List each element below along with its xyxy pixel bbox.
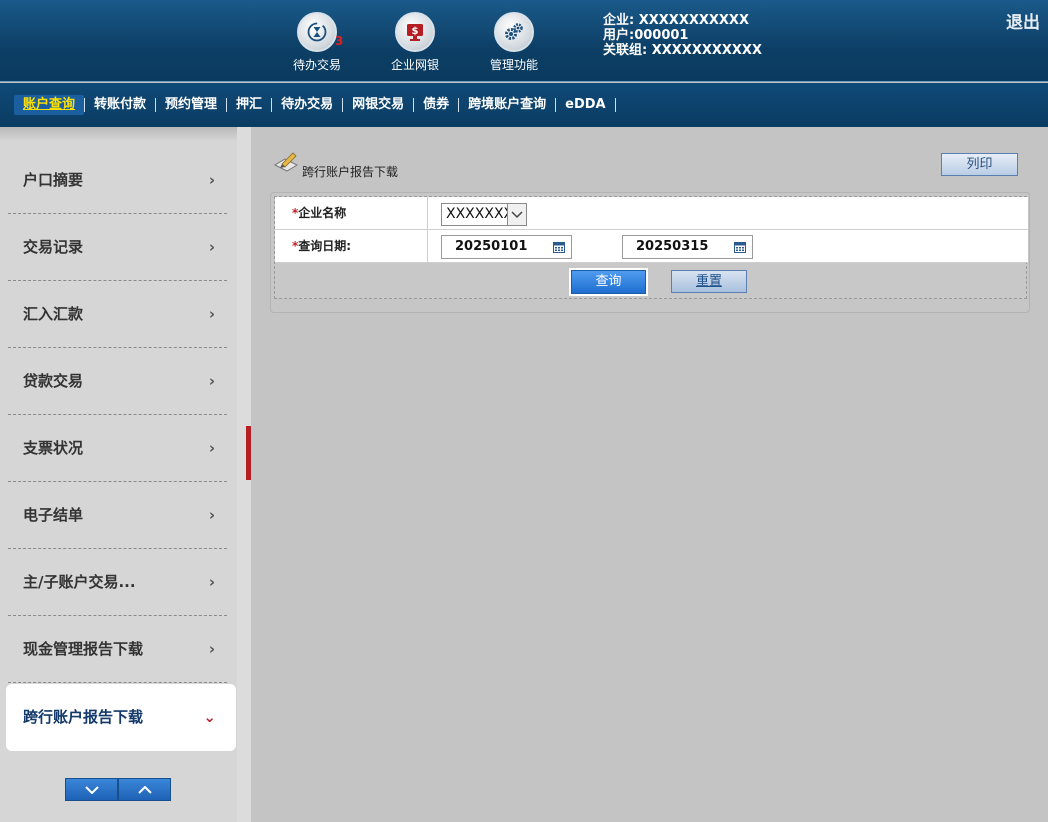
nav-bills[interactable]: 押汇: [227, 95, 271, 115]
sidebar-item-inward-remittance[interactable]: 汇入汇款 ›: [8, 281, 227, 348]
user-info: 企业: XXXXXXXXXXX 用户:000001 关联组: XXXXXXXXX…: [603, 13, 762, 58]
company-label-text: 企业名称: [298, 206, 347, 220]
sidebar-item-transaction-records[interactable]: 交易记录 ›: [8, 214, 227, 281]
chevron-right-icon: ›: [208, 573, 215, 591]
chevron-right-icon: ›: [208, 238, 215, 256]
main-content: 跨行账户报告下载 列印 *企业名称 XXXXXXX *查询日期: 2025010…: [251, 127, 1048, 822]
chevron-down-icon: ⌄: [203, 708, 216, 726]
chevron-down-icon: [84, 785, 99, 794]
query-button[interactable]: 查询: [571, 270, 646, 294]
reset-button[interactable]: 重置: [671, 270, 747, 293]
sidebar-item-interbank-report[interactable]: 跨行账户报告下载 ⌄: [6, 684, 236, 751]
management-functions-button[interactable]: 管理功能: [469, 12, 559, 73]
nav-separator: [614, 98, 616, 112]
nav-bonds[interactable]: 债券: [414, 95, 458, 115]
chevron-right-icon: ›: [208, 506, 215, 524]
sidebar-item-label: 现金管理报告下载: [23, 640, 144, 658]
company-select-value: XXXXXXX: [446, 206, 514, 222]
calendar-icon[interactable]: [734, 242, 746, 253]
chevron-right-icon: ›: [208, 439, 215, 457]
nav-scheduled-management[interactable]: 预约管理: [156, 95, 226, 115]
query-panel: *企业名称 XXXXXXX *查询日期: 20250101 20250315 查…: [270, 192, 1030, 313]
nav-online-transactions[interactable]: 网银交易: [343, 95, 413, 115]
nav-account-inquiry[interactable]: 账户查询: [14, 95, 85, 115]
company-info: 企业: XXXXXXXXXXX: [603, 13, 749, 28]
pending-count-badge: 3: [335, 34, 344, 48]
sidebar-item-cheque-status[interactable]: 支票状况 ›: [8, 415, 227, 482]
sidebar-item-e-statement[interactable]: 电子结单 ›: [8, 482, 227, 549]
nav-transfer-payment[interactable]: 转账付款: [85, 95, 155, 115]
sidebar-item-cash-management-report[interactable]: 现金管理报告下载 ›: [8, 616, 227, 683]
nav-pending-transactions[interactable]: 待办交易: [272, 95, 342, 115]
chevron-down-icon: [507, 204, 526, 225]
pending-transactions-button[interactable]: 3 待办交易: [272, 12, 362, 73]
date-to-value: 20250315: [636, 239, 709, 254]
corporate-banking-label: 企业网银: [390, 58, 439, 72]
sidebar-item-account-summary[interactable]: 户口摘要 ›: [8, 147, 227, 214]
sidebar-item-label: 汇入汇款: [23, 305, 84, 323]
scroll-up-button[interactable]: [118, 778, 171, 801]
chevron-right-icon: ›: [208, 305, 215, 323]
chevron-right-icon: ›: [208, 171, 215, 189]
query-form: *企业名称 XXXXXXX *查询日期: 20250101 20250315 查…: [274, 196, 1028, 299]
sidebar-item-label: 主/子账户交易...: [23, 573, 136, 591]
company-select[interactable]: XXXXXXX: [441, 203, 527, 226]
date-from-field[interactable]: 20250101: [441, 235, 572, 259]
chevron-up-icon: [137, 785, 152, 794]
document-pencil-icon: [273, 152, 299, 172]
page-title: 跨行账户报告下载: [302, 165, 399, 179]
date-label-text: 查询日期:: [298, 239, 352, 253]
gears-icon: [494, 12, 534, 52]
sidebar-item-master-sub-account[interactable]: 主/子账户交易... ›: [8, 549, 227, 616]
chevron-right-icon: ›: [208, 640, 215, 658]
sidebar-item-label: 户口摘要: [23, 171, 84, 189]
nav-cross-border-inquiry[interactable]: 跨境账户查询: [459, 95, 555, 115]
logout-link[interactable]: 退出: [1006, 8, 1040, 33]
sidebar-item-label: 支票状况: [23, 439, 84, 457]
date-from-value: 20250101: [455, 239, 528, 254]
chevron-right-icon: ›: [208, 372, 215, 390]
svg-text:$: $: [412, 26, 419, 37]
sidebar: 户口摘要 › 交易记录 › 汇入汇款 › 贷款交易 › 支票状况 › 电子结单 …: [0, 127, 237, 822]
sidebar-item-label: 贷款交易: [23, 372, 84, 390]
sidebar-item-label: 电子结单: [23, 506, 84, 524]
date-row: *查询日期: 20250101 20250315: [275, 230, 1028, 263]
date-label: *查询日期:: [275, 230, 428, 263]
top-header: 3 待办交易 $ 企业网银 管理功能 企业: XXXXXXXXXXX 用户:00…: [0, 0, 1048, 82]
main-nav: 账户查询 转账付款 预约管理 押汇 待办交易 网银交易 债券 跨境账户查询 eD…: [0, 83, 1048, 127]
sidebar-item-loan-transactions[interactable]: 贷款交易 ›: [8, 348, 227, 415]
user-id-info: 用户:000001: [603, 28, 689, 43]
linked-group-info: 关联组: XXXXXXXXXXX: [603, 43, 762, 58]
print-button[interactable]: 列印: [941, 153, 1018, 176]
monitor-dollar-icon: $: [395, 12, 435, 52]
sidebar-item-label: 跨行账户报告下载: [23, 708, 144, 726]
scroll-down-button[interactable]: [65, 778, 118, 801]
sidebar-item-label: 交易记录: [23, 238, 84, 256]
calendar-icon[interactable]: [553, 242, 565, 253]
company-row: *企业名称 XXXXXXX: [275, 197, 1028, 230]
nav-edda[interactable]: eDDA: [556, 95, 614, 115]
corporate-banking-button[interactable]: $ 企业网银: [370, 12, 460, 73]
management-functions-label: 管理功能: [489, 58, 538, 72]
pending-transactions-label: 待办交易: [292, 58, 341, 72]
sidebar-scroll-controls: [65, 778, 171, 801]
hourglass-refresh-icon: [297, 12, 337, 52]
company-label: *企业名称: [275, 197, 428, 230]
date-to-field[interactable]: 20250315: [622, 235, 753, 259]
